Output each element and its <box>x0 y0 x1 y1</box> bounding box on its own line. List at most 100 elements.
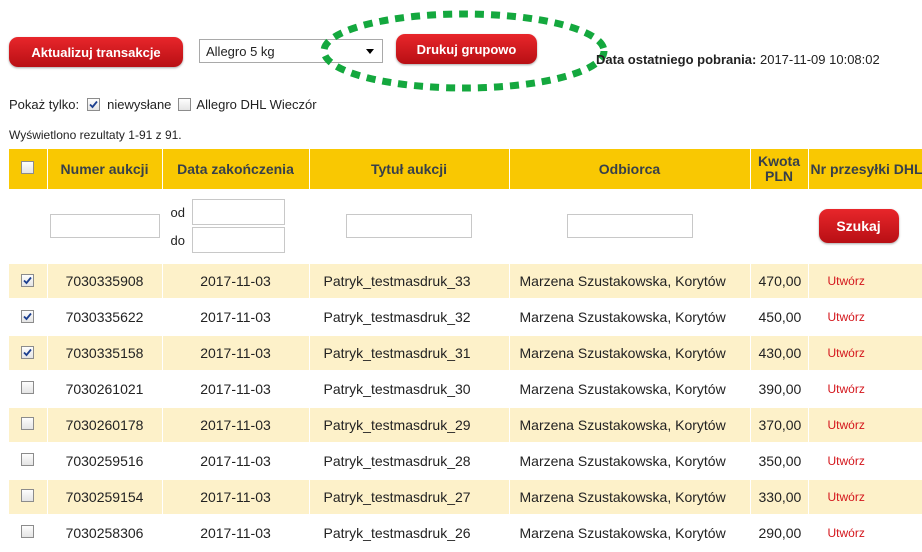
create-shipment-link[interactable]: Utwórz <box>808 479 922 516</box>
check-icon <box>89 100 98 109</box>
date-from-input[interactable] <box>191 199 285 225</box>
end-date-cell: 2017-11-03 <box>162 335 310 372</box>
update-transactions-button[interactable]: Aktualizuj transakcje <box>9 37 183 67</box>
auction-number-cell: 7030335908 <box>47 263 163 300</box>
end-date-cell: 2017-11-03 <box>162 443 310 480</box>
header-auction-number[interactable]: Numer aukcji <box>47 149 163 189</box>
table-row: 7030261021 2017-11-03 Patryk_testmasdruk_3… <box>9 371 922 408</box>
table-row: 7030259154 2017-11-03 Patryk_testmasdruk_2… <box>9 479 922 516</box>
table-body: od do Szukaj 7030335908 2017-11-03 Patryk_… <box>9 189 922 552</box>
recipient-cell: Marzena Szustakowska, Korytów <box>509 443 751 480</box>
auction-number-filter-input[interactable] <box>49 214 160 238</box>
create-shipment-link[interactable]: Utwórz <box>808 299 922 336</box>
recipient-cell: Marzena Szustakowska, Korytów <box>509 263 751 300</box>
row-checkbox[interactable] <box>21 417 35 430</box>
row-select-cell <box>9 515 48 552</box>
title-cell: Patryk_testmasdruk_30 <box>309 371 510 408</box>
recipient-filter-input[interactable] <box>566 214 693 238</box>
create-shipment-link[interactable]: Utwórz <box>808 443 922 480</box>
end-date-cell: 2017-11-03 <box>162 479 310 516</box>
last-download-value: 2017-11-09 10:08:02 <box>759 52 880 67</box>
end-date-cell: 2017-11-03 <box>162 371 310 408</box>
title-cell: Patryk_testmasdruk_31 <box>309 335 510 372</box>
table-header-row: Numer aukcji Data zakończenia Tytuł aukc… <box>9 149 922 189</box>
title-cell: Patryk_testmasdruk_28 <box>309 443 510 480</box>
dhl-evening-label: Allegro DHL Wieczór <box>196 97 317 112</box>
amount-cell: 470,00 <box>750 263 809 300</box>
auction-number-cell: 7030258306 <box>47 515 163 552</box>
row-select-cell <box>9 407 48 444</box>
amount-cell: 430,00 <box>750 335 809 372</box>
recipient-cell: Marzena Szustakowska, Korytów <box>509 515 751 552</box>
amount-cell: 370,00 <box>750 407 809 444</box>
filter-options: Pokaż tylko: niewysłane Allegro DHL Wiec… <box>9 97 317 112</box>
header-recipient[interactable]: Odbiorca <box>509 149 751 189</box>
title-cell: Patryk_testmasdruk_27 <box>309 479 510 516</box>
end-date-cell: 2017-11-03 <box>162 515 310 552</box>
header-end-date[interactable]: Data zakończenia <box>162 149 310 189</box>
row-checkbox[interactable] <box>21 346 35 359</box>
amount-cell: 390,00 <box>750 371 809 408</box>
row-checkbox[interactable] <box>21 381 35 394</box>
row-select-cell <box>9 263 48 300</box>
title-cell: Patryk_testmasdruk_32 <box>309 299 510 336</box>
check-icon <box>23 276 32 285</box>
header-title[interactable]: Tytuł aukcji <box>309 149 510 189</box>
row-checkbox[interactable] <box>21 274 35 287</box>
header-amount[interactable]: Kwota PLN <box>750 149 809 189</box>
create-shipment-link[interactable]: Utwórz <box>808 515 922 552</box>
row-select-cell <box>9 479 48 516</box>
date-to-input[interactable] <box>191 227 285 253</box>
title-cell: Patryk_testmasdruk_29 <box>309 407 510 444</box>
create-shipment-link[interactable]: Utwórz <box>808 335 922 372</box>
auction-number-cell: 7030335158 <box>47 335 163 372</box>
filter-row: od do Szukaj <box>9 189 922 264</box>
recipient-cell: Marzena Szustakowska, Korytów <box>509 479 751 516</box>
results-info: Wyświetlono rezultaty 1-91 z 91. <box>9 128 182 142</box>
title-filter-input[interactable] <box>346 214 472 238</box>
date-range-filter: od do <box>170 199 309 253</box>
row-checkbox[interactable] <box>21 489 35 502</box>
row-checkbox[interactable] <box>21 525 35 538</box>
toolbar: Aktualizuj transakcje Allegro 5 kg Druku… <box>0 0 922 92</box>
dhl-evening-checkbox[interactable] <box>178 98 192 111</box>
package-type-select[interactable]: Allegro 5 kg <box>199 39 383 63</box>
auction-number-cell: 7030259516 <box>47 443 163 480</box>
row-checkbox[interactable] <box>21 453 35 466</box>
search-button[interactable]: Szukaj <box>818 209 899 243</box>
transactions-table: Numer aukcji Data zakończenia Tytuł aukc… <box>9 149 922 552</box>
last-download-info: Data ostatniego pobrania: 2017-11-09 10:… <box>596 52 880 67</box>
end-date-cell: 2017-11-03 <box>162 263 310 300</box>
header-dhl-number[interactable]: Nr przesyłki DHL <box>808 149 922 189</box>
date-from-label: od <box>170 204 185 220</box>
create-shipment-link[interactable]: Utwórz <box>808 263 922 300</box>
check-icon <box>23 312 32 321</box>
print-group-button[interactable]: Drukuj grupowo <box>396 34 537 64</box>
row-select-cell <box>9 335 48 372</box>
check-icon <box>23 348 32 357</box>
table-row: 7030259516 2017-11-03 Patryk_testmasdruk_2… <box>9 443 922 480</box>
create-shipment-link[interactable]: Utwórz <box>808 407 922 444</box>
table-row: 7030258306 2017-11-03 Patryk_testmasdruk_2… <box>9 515 922 552</box>
auction-number-cell: 7030335622 <box>47 299 163 336</box>
show-only-label: Pokaż tylko: <box>9 97 80 112</box>
amount-cell: 450,00 <box>750 299 809 336</box>
create-shipment-link[interactable]: Utwórz <box>808 371 922 408</box>
table-row: 7030335908 2017-11-03 Patryk_testmasdruk_3… <box>9 263 922 300</box>
auction-number-cell: 7030261021 <box>47 371 163 408</box>
title-cell: Patryk_testmasdruk_26 <box>309 515 510 552</box>
title-cell: Patryk_testmasdruk_33 <box>309 263 510 300</box>
auction-number-cell: 7030260178 <box>47 407 163 444</box>
row-select-cell <box>9 299 48 336</box>
package-type-value: Allegro 5 kg <box>206 43 275 59</box>
recipient-cell: Marzena Szustakowska, Korytów <box>509 335 751 372</box>
row-checkbox[interactable] <box>21 310 35 323</box>
row-select-cell <box>9 371 48 408</box>
select-all-checkbox[interactable] <box>21 161 35 174</box>
recipient-cell: Marzena Szustakowska, Korytów <box>509 371 751 408</box>
row-select-cell <box>9 443 48 480</box>
recipient-cell: Marzena Szustakowska, Korytów <box>509 407 751 444</box>
amount-cell: 290,00 <box>750 515 809 552</box>
table-row: 7030260178 2017-11-03 Patryk_testmasdruk_2… <box>9 407 922 444</box>
unsent-checkbox[interactable] <box>87 98 101 111</box>
